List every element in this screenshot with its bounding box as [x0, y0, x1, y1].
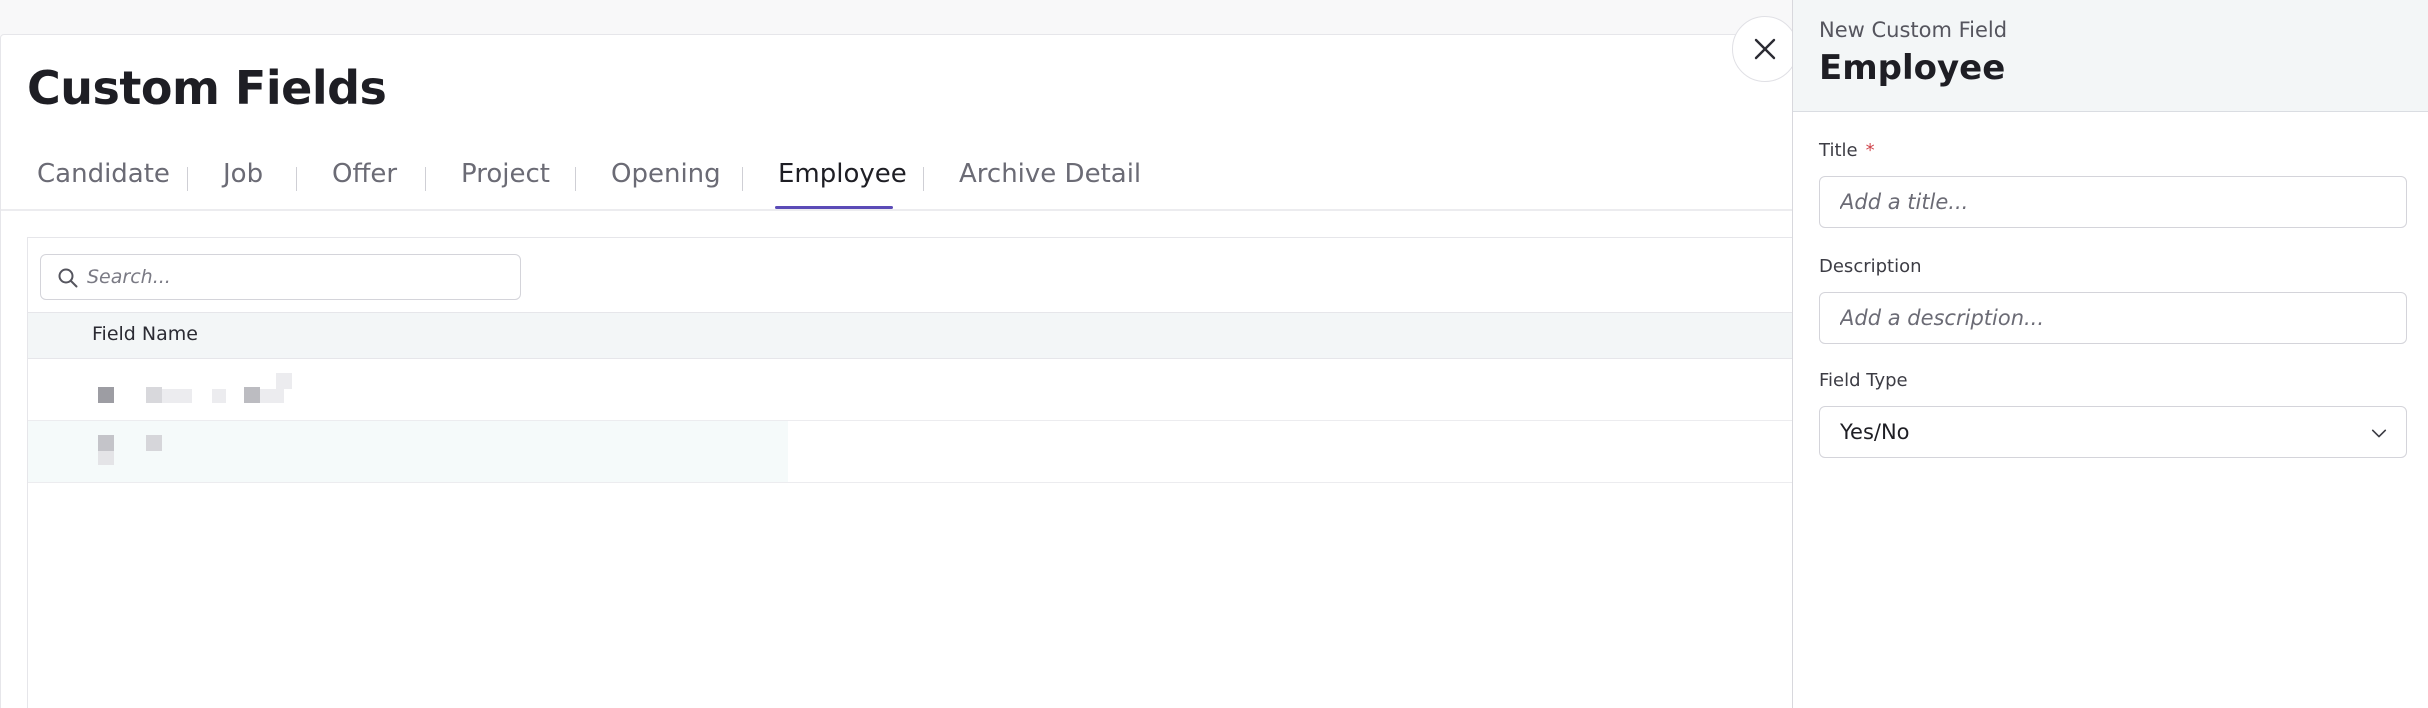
required-marker: * — [1865, 140, 1875, 161]
custom-fields-card: Custom Fields Candidate Job Offer Projec… — [0, 34, 1802, 708]
field-type-select[interactable]: Yes/No — [1819, 406, 2407, 458]
fields-table: Field Name — [27, 237, 1802, 708]
tab-archive-detail[interactable]: Archive Detail — [959, 159, 1141, 189]
description-input[interactable] — [1819, 292, 2407, 344]
title-label-text: Title — [1819, 140, 1858, 161]
tab-divider — [742, 167, 743, 191]
panel-subtitle: New Custom Field — [1819, 18, 2008, 42]
close-icon — [1754, 38, 1776, 60]
panel-title: Employee — [1819, 48, 2006, 88]
tab-divider — [575, 167, 576, 191]
redacted-content — [212, 389, 226, 403]
panel-header: New Custom Field Employee — [1793, 0, 2428, 112]
redacted-content — [98, 451, 114, 465]
redacted-content — [98, 387, 114, 403]
redacted-content — [244, 387, 260, 403]
field-type-value: Yes/No — [1840, 420, 1910, 444]
tab-divider — [923, 167, 924, 191]
new-custom-field-panel: New Custom Field Employee Title * Descrip… — [1792, 0, 2428, 708]
redacted-content — [98, 435, 114, 451]
chevron-down-icon — [2371, 429, 2387, 438]
redacted-content — [146, 387, 162, 403]
redacted-content — [162, 389, 192, 403]
tab-candidate[interactable]: Candidate — [37, 159, 170, 189]
tab-offer[interactable]: Offer — [332, 159, 397, 189]
title-label: Title * — [1819, 140, 1875, 161]
tab-job[interactable]: Job — [223, 159, 263, 189]
close-panel-button[interactable] — [1732, 16, 1798, 82]
redacted-content — [276, 373, 292, 389]
title-input[interactable] — [1819, 176, 2407, 228]
redacted-content — [146, 435, 162, 451]
search-icon — [58, 268, 78, 288]
tab-divider — [187, 167, 188, 191]
active-tab-indicator — [775, 206, 893, 209]
column-header-field-name[interactable]: Field Name — [92, 323, 198, 345]
field-type-label: Field Type — [1819, 370, 1908, 391]
tab-divider — [296, 167, 297, 191]
redacted-content — [260, 389, 284, 403]
tab-project[interactable]: Project — [461, 159, 550, 189]
search-input[interactable] — [87, 261, 507, 293]
tab-employee[interactable]: Employee — [778, 159, 907, 189]
table-row[interactable] — [28, 359, 1802, 421]
tab-opening[interactable]: Opening — [611, 159, 721, 189]
search-box[interactable] — [40, 254, 521, 300]
table-row[interactable] — [28, 421, 1802, 483]
description-label: Description — [1819, 256, 1922, 277]
tab-divider — [425, 167, 426, 191]
page-title: Custom Fields — [27, 61, 387, 115]
tab-bar: Candidate Job Offer Project Opening Empl… — [1, 149, 1801, 211]
table-header: Field Name — [28, 312, 1802, 359]
